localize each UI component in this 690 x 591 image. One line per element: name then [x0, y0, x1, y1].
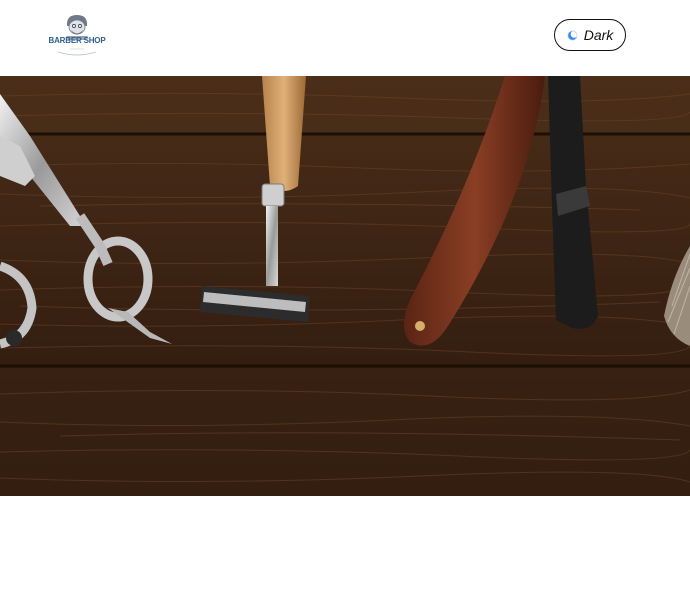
barber-logo-icon: [57, 15, 97, 56]
moon-icon: [567, 29, 578, 40]
dark-mode-toggle-button[interactable]: Dark: [554, 19, 626, 51]
barber-shop-logo[interactable]: BARBER SHOP: [48, 10, 106, 58]
dark-mode-label: Dark: [583, 27, 614, 43]
barber-tools-photo: [0, 76, 690, 496]
logo-text: BARBER SHOP: [48, 36, 106, 45]
hero-banner-image: [0, 76, 690, 496]
site-header: BARBER SHOP Dark: [0, 0, 690, 76]
